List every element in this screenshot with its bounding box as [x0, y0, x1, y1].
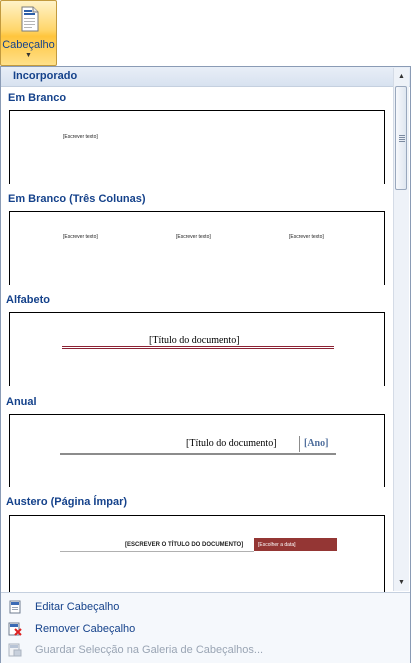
- date-box: [Escolher a data]: [254, 538, 337, 551]
- gallery-section-title: Incorporado: [13, 70, 78, 82]
- title-rule: [62, 348, 334, 349]
- header-gallery-panel: Incorporado Em Branco [Escrever texto] E…: [0, 66, 411, 663]
- gallery-item-title: Em Branco (Três Colunas): [8, 193, 146, 205]
- document-title-placeholder: [Título do documento]: [149, 335, 240, 346]
- document-title-placeholder: [Título do documento]: [186, 438, 277, 449]
- scroll-up-icon[interactable]: ▲: [394, 69, 409, 85]
- header-thumbnail: [ESCREVER O TÍTULO DO DOCUMENTO] [Escolh…: [9, 515, 385, 592]
- title-rule: [60, 453, 336, 455]
- title-rule: [62, 346, 334, 347]
- edit-header-label: Editar Cabeçalho: [35, 601, 120, 613]
- scroll-down-icon[interactable]: ▼: [394, 575, 409, 591]
- gallery-item-title: Austero (Página Ímpar): [6, 496, 128, 508]
- header-page-icon: [21, 6, 39, 32]
- date-placeholder: [Escolher a data]: [258, 542, 296, 548]
- gallery-section-header: Incorporado: [1, 67, 410, 87]
- header-thumbnail: [Escrever texto]: [9, 110, 385, 184]
- separator: [299, 436, 300, 452]
- header-thumbnail: [Título do documento]: [9, 312, 385, 386]
- document-title-placeholder: [ESCREVER O TÍTULO DO DOCUMENTO]: [125, 542, 244, 548]
- placeholder-text: [Escrever texto]: [176, 234, 211, 240]
- gallery-item-em-branco-tres-colunas[interactable]: Em Branco (Três Colunas) [Escrever texto…: [1, 184, 394, 285]
- scrollbar-thumb[interactable]: [395, 86, 407, 190]
- header-menu: Editar Cabeçalho Remover Cabeçalho Guard…: [1, 592, 410, 663]
- gallery-item-title: Alfabeto: [6, 294, 50, 306]
- gallery-item-alfabeto[interactable]: Alfabeto [Título do documento]: [1, 285, 394, 386]
- edit-header-icon: [9, 600, 21, 614]
- gallery-scrollbar[interactable]: ▲ ▼: [393, 68, 409, 591]
- header-gallery: Em Branco [Escrever texto] Em Branco (Tr…: [1, 87, 394, 592]
- remove-header-icon: [8, 622, 22, 636]
- save-to-gallery-icon: [8, 643, 22, 657]
- gallery-item-anual[interactable]: Anual [Título do documento] [Ano]: [1, 386, 394, 487]
- header-thumbnail: [Escrever texto] [Escrever texto] [Escre…: [9, 211, 385, 285]
- gallery-item-title: Anual: [6, 396, 37, 408]
- gallery-item-em-branco[interactable]: Em Branco [Escrever texto]: [1, 87, 394, 184]
- placeholder-text: [Escrever texto]: [289, 234, 324, 240]
- gallery-item-austero-pagina-impar[interactable]: Austero (Página Ímpar) [ESCREVER O TÍTUL…: [1, 487, 394, 592]
- title-rule: [60, 551, 254, 552]
- remove-header-label: Remover Cabeçalho: [35, 623, 136, 635]
- dropdown-arrow-icon: ▼: [25, 52, 32, 59]
- placeholder-text: [Escrever texto]: [63, 234, 98, 240]
- header-ribbon-label: Cabeçalho: [2, 39, 55, 51]
- placeholder-text: [Escrever texto]: [63, 134, 98, 140]
- save-selection-label: Guardar Selecção na Galeria de Cabeçalho…: [35, 644, 264, 656]
- edit-header-menu-item[interactable]: Editar Cabeçalho: [1, 597, 410, 618]
- header-ribbon-button[interactable]: Cabeçalho ▼: [0, 0, 57, 66]
- header-thumbnail: [Título do documento] [Ano]: [9, 414, 385, 487]
- remove-header-menu-item[interactable]: Remover Cabeçalho: [1, 619, 410, 640]
- gallery-item-title: Em Branco: [8, 92, 67, 104]
- year-placeholder: [Ano]: [304, 438, 329, 449]
- save-selection-menu-item: Guardar Selecção na Galeria de Cabeçalho…: [1, 640, 410, 661]
